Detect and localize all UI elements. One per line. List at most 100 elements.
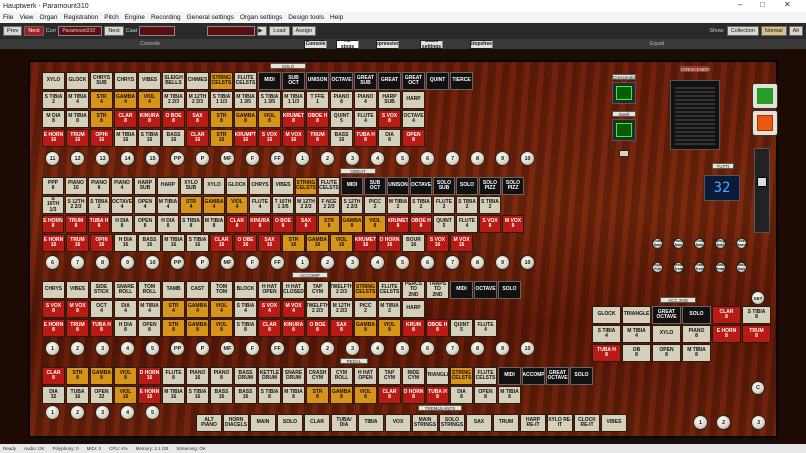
general-piston[interactable]: Strings Solo — [714, 238, 727, 249]
organ-field[interactable]: Paramount310 — [58, 26, 103, 36]
tab-console[interactable]: Console — [304, 40, 327, 49]
next-button[interactable]: Next — [24, 26, 44, 36]
stop-tab[interactable]: M DIA 8 — [42, 110, 65, 128]
stop-tab[interactable]: BASS DRUM — [234, 367, 257, 385]
stop-tab[interactable]: E HORN 16 — [42, 129, 65, 147]
stop-tab[interactable]: PIANO 4 — [111, 177, 133, 195]
thumb-piston[interactable]: 9 — [495, 341, 510, 356]
stop-tab[interactable]: STR 4 — [180, 196, 202, 214]
stop-tab[interactable]: PIANO 4 — [354, 91, 377, 109]
menu-help[interactable]: Help — [330, 14, 343, 21]
thumb-piston[interactable]: 4 — [370, 255, 385, 270]
stop-tab[interactable]: SOLO — [570, 367, 593, 385]
stop-tab[interactable]: VIOL 8 — [258, 110, 281, 128]
stop-tab[interactable]: SNARE DRUM — [282, 367, 305, 385]
toe-piston-1[interactable]: 1 — [693, 415, 708, 430]
stop-tab[interactable]: OPEN 8 — [138, 319, 161, 337]
stop-tab[interactable]: OPEN 32 — [90, 386, 113, 404]
general-piston[interactable]: Reeds Trem — [673, 262, 684, 273]
stop-tab[interactable]: TUBA H8 — [88, 215, 110, 233]
thumb-piston[interactable]: MF — [220, 255, 235, 270]
stop-tab[interactable]: M TIBIA 2 — [378, 300, 401, 318]
stop-tab[interactable]: STRING CELSTS — [210, 72, 233, 90]
stop-tab[interactable]: S VOX 16 — [426, 234, 449, 252]
general-piston[interactable]: Combn Pedal — [714, 262, 727, 273]
stop-tab[interactable]: HARP RE-IT — [520, 414, 546, 432]
stop-tab[interactable]: VIBES — [272, 177, 294, 195]
stop-tab[interactable]: TRUM 16 — [66, 234, 89, 252]
stop-tab[interactable]: M VOX 8 — [502, 215, 524, 233]
load-button[interactable]: Load — [269, 26, 290, 36]
stop-tab[interactable]: TUBA/ DIA — [331, 414, 357, 432]
stop-tab[interactable]: CLAR 16 — [186, 129, 209, 147]
stop-tab[interactable]: GREAT — [378, 72, 401, 90]
stop-tab[interactable]: CLAR 8 — [42, 367, 65, 385]
stop-tab[interactable]: QUINT — [426, 72, 449, 90]
stop-tab[interactable]: S VOX 8 — [42, 300, 65, 318]
thumb-piston[interactable]: F — [245, 255, 260, 270]
acc2nd-stop-tab[interactable]: M TIBIA 4 — [622, 325, 651, 343]
thumb-piston[interactable]: PP — [170, 151, 185, 166]
stop-tab[interactable]: STR 4 — [162, 300, 185, 318]
assign-button[interactable]: Assign — [291, 26, 317, 36]
stop-tab[interactable]: S TIBIA 16 — [186, 386, 209, 404]
stop-tab[interactable]: TUBA H8 — [90, 319, 113, 337]
stop-tab[interactable]: GAMBA 8 — [186, 319, 209, 337]
stop-tab[interactable]: GREAT SUB — [354, 72, 377, 90]
general-piston[interactable]: Piano Solo — [673, 238, 684, 249]
stop-tab[interactable]: SOLO — [277, 414, 303, 432]
combination-field[interactable] — [139, 26, 176, 36]
stop-tab[interactable]: FLUTE 4 — [456, 215, 478, 233]
stop-tab[interactable]: M TIBIA 8 — [282, 386, 305, 404]
stop-tab[interactable]: S VOX 4 — [258, 300, 281, 318]
thumb-piston[interactable]: 4 — [370, 341, 385, 356]
stop-tab[interactable]: PIANO 16 — [65, 177, 87, 195]
stop-tab[interactable]: GREAT OCTAVE — [546, 367, 569, 385]
thumb-piston[interactable]: P — [195, 151, 210, 166]
stop-tab[interactable]: VIOL 4 — [226, 196, 248, 214]
thumb-piston[interactable]: 5 — [145, 405, 160, 420]
thumb-piston[interactable]: 5 — [395, 151, 410, 166]
stop-tab[interactable]: PICC 2 — [354, 300, 377, 318]
stop-tab[interactable]: OBOE H8 — [426, 319, 449, 337]
thumb-piston[interactable]: 2 — [70, 341, 85, 356]
stop-tab[interactable]: M TIBIA 8 — [498, 386, 521, 404]
stop-tab[interactable]: STR 8 — [162, 319, 185, 337]
stop-tab[interactable]: SOLO STRINGS — [439, 414, 465, 432]
stop-tab[interactable]: F NCE 2 2/3 — [318, 196, 340, 214]
thumb-piston[interactable]: FF — [270, 341, 285, 356]
stop-tab[interactable]: XYLO SUB — [180, 177, 202, 195]
stop-tab[interactable]: SAX — [466, 414, 492, 432]
stop-tab[interactable]: OCTAVE 4 — [402, 110, 425, 128]
acc2nd-stop-tab[interactable]: XYLO — [652, 325, 681, 343]
stop-tab[interactable]: SOLO PIZZ — [479, 177, 501, 195]
stop-tab[interactable]: VOX — [385, 414, 411, 432]
stop-tab[interactable]: SAX 8 — [295, 215, 317, 233]
stop-tab[interactable]: CLAR 8 — [114, 110, 137, 128]
acc2nd-stop-tab[interactable]: SOLO — [682, 306, 711, 324]
stop-tab[interactable]: TWELFTH 2 2/3 — [330, 281, 353, 299]
general-piston[interactable]: Tibia Solo — [694, 238, 705, 249]
acc2nd-stop-tab[interactable]: S TIBIA 4 — [592, 325, 621, 343]
stop-tab[interactable]: S VOX 8 — [378, 110, 401, 128]
stop-tab[interactable]: M 12TH 2 2/3 — [295, 196, 317, 214]
stop-tab[interactable]: OPHI 16 — [90, 129, 113, 147]
thumb-piston[interactable]: MF — [220, 151, 235, 166]
stop-tab[interactable]: CLAR 8 — [226, 215, 248, 233]
acc2nd-stop-tab[interactable]: CLAR 8 — [712, 306, 741, 324]
acc2nd-stop-tab[interactable]: OB 8 — [622, 344, 651, 362]
stop-tab[interactable]: M 12TH 2 2/3 — [330, 300, 353, 318]
thumb-piston[interactable]: 5 — [395, 255, 410, 270]
thumb-piston[interactable]: 8 — [470, 341, 485, 356]
tab-glass-settings[interactable]: Glass settings — [420, 40, 443, 49]
menu-design-tools[interactable]: Design tools — [288, 14, 324, 21]
stop-tab[interactable]: H HAT OPEN — [354, 367, 377, 385]
stop-tab[interactable]: BASS 16 — [162, 129, 185, 147]
stop-tab[interactable]: S TIBIA 1 1/3 — [210, 91, 233, 109]
stop-tab[interactable]: CLAR 8 — [258, 319, 281, 337]
stop-tab[interactable]: TRUM — [493, 414, 519, 432]
stop-tab[interactable]: TIERCE — [450, 72, 473, 90]
stop-tab[interactable]: OPEN 4 — [134, 196, 156, 214]
stop-tab[interactable]: TRUM 16 — [66, 129, 89, 147]
stop-tab[interactable]: OCTAVE 4 — [111, 196, 133, 214]
